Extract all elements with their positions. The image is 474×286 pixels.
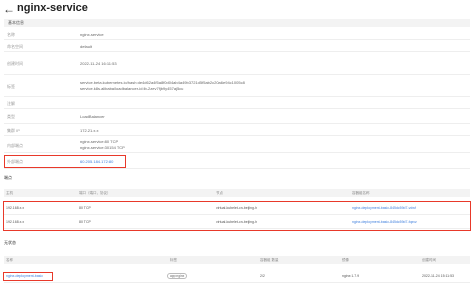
endpoints-table-header: 主机 端口（端口，协议） 节点 容器组名称 <box>4 189 470 197</box>
col-count: 容器组 数量 <box>260 258 279 262</box>
field-cluster-ip: 集群 IP 172.21.x.x <box>4 124 470 136</box>
col-port: 端口（端口，协议） <box>79 191 111 195</box>
field-key: 创建时间 <box>7 61 23 66</box>
col-host: 主机 <box>6 191 13 195</box>
field-value: nginx-service:80 TCP <box>80 139 119 144</box>
field-annotations: 注解 <box>4 97 470 109</box>
col-node: 节点 <box>216 191 223 195</box>
page-title: nginx-service <box>17 2 88 14</box>
col-pod: 容器组名称 <box>352 191 370 195</box>
field-value: service.beta.kubernetes.io/hash:de4d62a4… <box>80 80 245 85</box>
field-value: default <box>80 44 93 49</box>
col-image: 镜像 <box>342 258 349 262</box>
field-value: nginx-service <box>80 32 104 37</box>
cell-label: app:nginx <box>167 270 188 283</box>
field-internal-endpoints: 内部端点 nginx-service:80 TCP nginx-service:… <box>4 136 470 153</box>
cell-created: 2022-11-24 15:11:53 <box>422 274 454 278</box>
label-tag: app:nginx <box>167 273 188 280</box>
field-value: 2022-11-24 16:11:53 <box>80 61 117 66</box>
col-label: 标签 <box>170 258 177 262</box>
field-key: 注解 <box>7 101 15 106</box>
field-created: 创建时间 2022-11-24 16:11:53 <box>4 52 470 75</box>
field-value: LoadBalancer <box>80 114 105 119</box>
col-name: 名称 <box>6 258 13 262</box>
field-key: 内部端点 <box>7 143 23 148</box>
highlight-box-workload <box>3 272 53 281</box>
cell-count: 2/2 <box>260 274 265 278</box>
table-row: nginx-deployment-basic app:nginx 2/2 ngi… <box>4 270 470 283</box>
cell-image: nginx:1.7.9 <box>342 274 360 278</box>
field-namespace: 命名空间 default <box>4 40 470 52</box>
field-key: 标签 <box>7 84 15 89</box>
field-labels: 标签 service.beta.kubernetes.io/hash:de4d6… <box>4 75 470 97</box>
field-value-2: nginx-service:30154 TCP <box>80 145 125 150</box>
highlight-box-endpoints <box>3 201 471 231</box>
workloads-section-title: 无状态 <box>4 240 16 245</box>
field-key: 名称 <box>7 32 15 37</box>
field-key: 类型 <box>7 114 15 119</box>
highlight-box-external-endpoint <box>4 155 126 168</box>
field-value-2: service.k8s.alibaba/loadbalancer-id:lb-2… <box>80 86 184 91</box>
field-value: 172.21.x.x <box>80 128 99 133</box>
endpoints-section-title: 端点 <box>4 175 12 180</box>
field-name: 名称 nginx-service <box>4 28 470 40</box>
col-created: 创建时间 <box>422 258 436 262</box>
field-key: 命名空间 <box>7 44 23 49</box>
field-type: 类型 LoadBalancer <box>4 109 470 124</box>
page-header: ← nginx-service <box>0 0 474 18</box>
field-key: 集群 IP <box>7 128 20 133</box>
workloads-table-header: 名称 标签 容器组 数量 镜像 创建时间 <box>4 256 470 264</box>
basic-info-header: 基本信息 <box>4 19 470 27</box>
back-arrow-icon[interactable]: ← <box>3 3 15 15</box>
